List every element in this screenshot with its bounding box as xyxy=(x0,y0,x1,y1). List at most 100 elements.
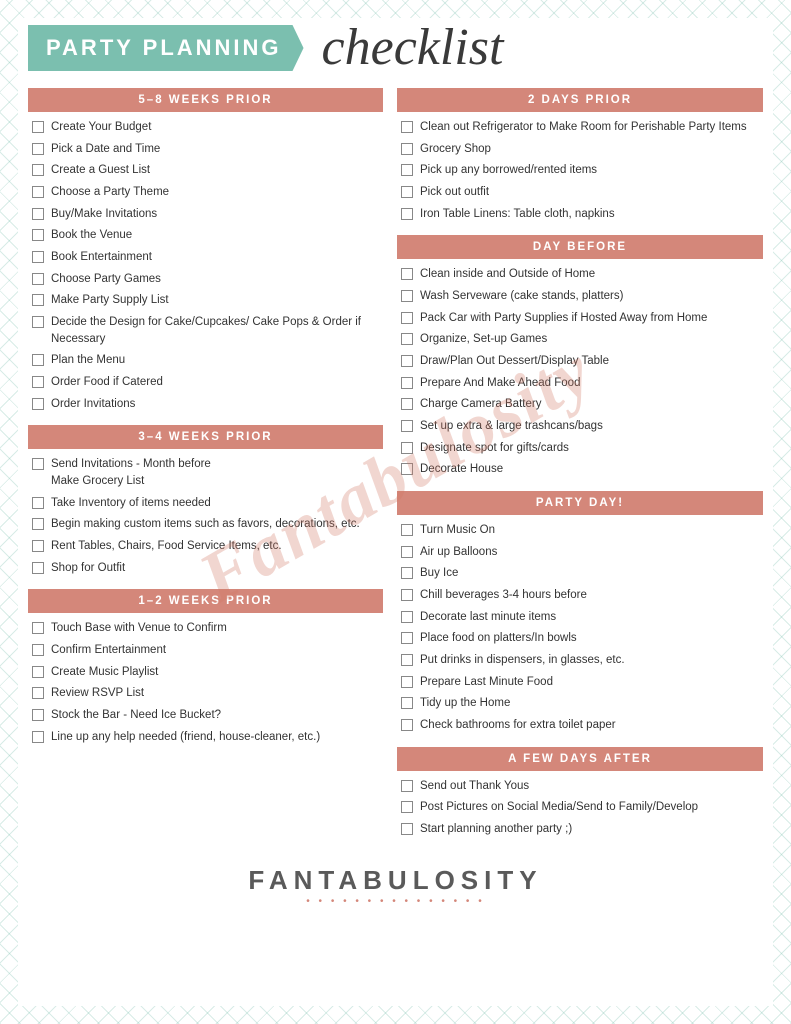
checkbox[interactable] xyxy=(32,121,44,133)
checkbox[interactable] xyxy=(32,731,44,743)
section-header-day-before: DAY BEFORE xyxy=(397,235,763,259)
checkbox[interactable] xyxy=(401,823,413,835)
list-item: Touch Base with Venue to Confirm xyxy=(28,619,383,638)
checkbox[interactable] xyxy=(32,164,44,176)
item-text: Order Invitations xyxy=(51,396,135,413)
banner-text: PARTY PLANNING xyxy=(46,35,282,60)
section-day-before: DAY BEFORE Clean inside and Outside of H… xyxy=(397,235,763,479)
checkbox[interactable] xyxy=(32,294,44,306)
list-item: Decorate House xyxy=(397,460,763,479)
checkbox[interactable] xyxy=(32,208,44,220)
checkbox[interactable] xyxy=(32,398,44,410)
list-item: Wash Serveware (cake stands, platters) xyxy=(397,287,763,306)
checkbox[interactable] xyxy=(401,420,413,432)
section-header-weeks-1-2: 1–2 WEEKS PRIOR xyxy=(28,589,383,613)
checkbox[interactable] xyxy=(401,654,413,666)
checkbox[interactable] xyxy=(32,354,44,366)
section-days-2: 2 DAYS PRIOR Clean out Refrigerator to M… xyxy=(397,88,763,223)
checkbox[interactable] xyxy=(32,687,44,699)
checkbox[interactable] xyxy=(401,589,413,601)
item-text: Decide the Design for Cake/Cupcakes/ Cak… xyxy=(51,314,379,347)
checkbox[interactable] xyxy=(32,497,44,509)
list-item: Chill beverages 3-4 hours before xyxy=(397,586,763,605)
item-text: Shop for Outfit xyxy=(51,560,125,577)
item-text: Choose a Party Theme xyxy=(51,184,169,201)
checkbox[interactable] xyxy=(401,355,413,367)
checkbox[interactable] xyxy=(401,463,413,475)
checkbox[interactable] xyxy=(32,666,44,678)
checkbox[interactable] xyxy=(401,442,413,454)
item-text: Create a Guest List xyxy=(51,162,150,179)
checkbox[interactable] xyxy=(401,164,413,176)
right-column: 2 DAYS PRIOR Clean out Refrigerator to M… xyxy=(397,88,763,851)
item-text: Draw/Plan Out Dessert/Display Table xyxy=(420,353,609,370)
checkbox[interactable] xyxy=(32,229,44,241)
checkbox[interactable] xyxy=(32,316,44,328)
checkbox[interactable] xyxy=(401,268,413,280)
checkbox[interactable] xyxy=(401,312,413,324)
checkbox[interactable] xyxy=(32,622,44,634)
list-item: Create Music Playlist xyxy=(28,663,383,682)
checkbox[interactable] xyxy=(32,376,44,388)
checkbox[interactable] xyxy=(401,697,413,709)
checkbox[interactable] xyxy=(401,632,413,644)
checkbox[interactable] xyxy=(32,143,44,155)
list-item: Buy Ice xyxy=(397,564,763,583)
list-item: Begin making custom items such as favors… xyxy=(28,515,383,534)
checkbox[interactable] xyxy=(401,567,413,579)
section-weeks-3-4: 3–4 WEEKS PRIOR Send Invitations - Month… xyxy=(28,425,383,577)
checkbox[interactable] xyxy=(401,611,413,623)
item-text: Create Your Budget xyxy=(51,119,151,136)
list-item: Stock the Bar - Need Ice Bucket? xyxy=(28,706,383,725)
checkbox[interactable] xyxy=(32,709,44,721)
checkbox[interactable] xyxy=(32,186,44,198)
list-item: Prepare And Make Ahead Food xyxy=(397,374,763,393)
list-item: Pack Car with Party Supplies if Hosted A… xyxy=(397,309,763,328)
item-text: Post Pictures on Social Media/Send to Fa… xyxy=(420,799,698,816)
item-text: Review RSVP List xyxy=(51,685,144,702)
checkbox[interactable] xyxy=(32,540,44,552)
checkbox[interactable] xyxy=(32,562,44,574)
checkbox[interactable] xyxy=(401,801,413,813)
item-text: Line up any help needed (friend, house-c… xyxy=(51,729,320,746)
item-text: Plan the Menu xyxy=(51,352,125,369)
checkbox[interactable] xyxy=(401,546,413,558)
list-item: Pick out outfit xyxy=(397,183,763,202)
list-item: Air up Balloons xyxy=(397,543,763,562)
checkbox[interactable] xyxy=(401,780,413,792)
checkbox[interactable] xyxy=(32,273,44,285)
item-text: Put drinks in dispensers, in glasses, et… xyxy=(420,652,625,669)
checkbox[interactable] xyxy=(401,143,413,155)
item-text: Iron Table Linens: Table cloth, napkins xyxy=(420,206,615,223)
checkbox[interactable] xyxy=(401,398,413,410)
checkbox[interactable] xyxy=(401,676,413,688)
item-text: Send out Thank Yous xyxy=(420,778,529,795)
list-item: Order Invitations xyxy=(28,395,383,414)
section-header-weeks-3-4: 3–4 WEEKS PRIOR xyxy=(28,425,383,449)
footer-dots: • • • • • • • • • • • • • • • xyxy=(28,896,763,907)
list-item: Buy/Make Invitations xyxy=(28,205,383,224)
list-item: Book the Venue xyxy=(28,226,383,245)
list-item: Tidy up the Home xyxy=(397,694,763,713)
checkbox[interactable] xyxy=(401,186,413,198)
checkbox[interactable] xyxy=(401,377,413,389)
item-text: Rent Tables, Chairs, Food Service Items,… xyxy=(51,538,282,555)
list-item: Draw/Plan Out Dessert/Display Table xyxy=(397,352,763,371)
checkbox[interactable] xyxy=(401,524,413,536)
checkbox[interactable] xyxy=(401,121,413,133)
item-text: Stock the Bar - Need Ice Bucket? xyxy=(51,707,221,724)
list-item: Make Party Supply List xyxy=(28,291,383,310)
list-item: Shop for Outfit xyxy=(28,559,383,578)
item-text: Designate spot for gifts/cards xyxy=(420,440,569,457)
checkbox[interactable] xyxy=(32,251,44,263)
item-text: Create Music Playlist xyxy=(51,664,158,681)
checkbox[interactable] xyxy=(32,518,44,530)
list-item: Clean out Refrigerator to Make Room for … xyxy=(397,118,763,137)
checkbox[interactable] xyxy=(401,719,413,731)
section-header-days-2: 2 DAYS PRIOR xyxy=(397,88,763,112)
checkbox[interactable] xyxy=(401,333,413,345)
checkbox[interactable] xyxy=(32,458,44,470)
checkbox[interactable] xyxy=(32,644,44,656)
checkbox[interactable] xyxy=(401,290,413,302)
checkbox[interactable] xyxy=(401,208,413,220)
